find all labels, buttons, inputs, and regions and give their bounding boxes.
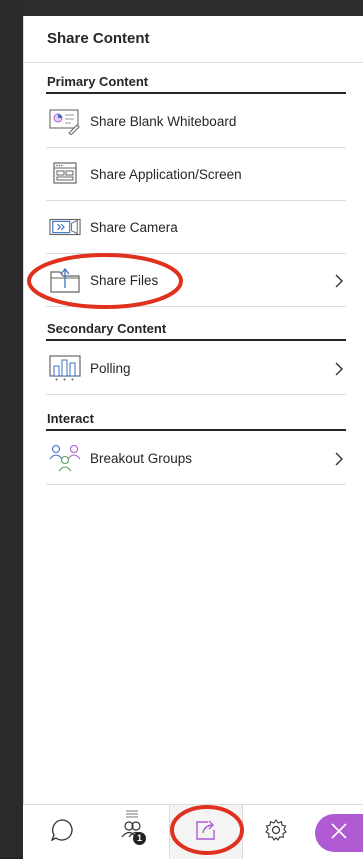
share-icon [194, 819, 218, 846]
section-header-secondary: Secondary Content [47, 321, 167, 336]
panel-title: Share Content [47, 30, 150, 47]
polling-icon [49, 354, 81, 382]
section-header-interact: Interact [47, 411, 94, 426]
gear-icon [264, 818, 288, 847]
app-window: Share Content Primary Content Share Blan… [0, 0, 363, 859]
whiteboard-icon [49, 107, 81, 135]
settings-tab[interactable] [241, 805, 311, 859]
attendees-icon: 1 [119, 819, 147, 845]
attendees-tab[interactable]: 1 [97, 805, 169, 859]
item-label: Breakout Groups [90, 450, 193, 466]
chevron-right-icon [334, 452, 346, 466]
item-label: Share Camera [90, 219, 178, 235]
top-edge [23, 0, 363, 16]
close-panel-button[interactable] [315, 814, 363, 852]
left-edge-strip [0, 0, 23, 858]
section-rule-secondary [46, 339, 346, 341]
attendees-count-badge: 1 [133, 832, 146, 845]
chat-icon [50, 818, 74, 847]
chat-tab[interactable] [27, 805, 97, 859]
share-files-item[interactable]: Share Files [46, 254, 346, 307]
camera-icon [49, 213, 81, 241]
item-label: Polling [90, 360, 131, 376]
item-label: Share Application/Screen [90, 166, 242, 182]
close-icon [330, 822, 348, 845]
section-rule-primary [46, 92, 346, 94]
files-icon [49, 266, 81, 294]
chevron-right-icon [334, 362, 346, 376]
share-blank-whiteboard-item[interactable]: Share Blank Whiteboard [46, 95, 346, 148]
share-camera-item[interactable]: Share Camera [46, 201, 346, 254]
polling-item[interactable]: Polling [46, 342, 346, 395]
item-label: Share Files [90, 272, 159, 288]
breakout-groups-icon [49, 444, 81, 472]
chevron-right-icon [334, 274, 346, 288]
application-screen-icon [49, 160, 81, 188]
breakout-groups-item[interactable]: Breakout Groups [46, 432, 346, 485]
item-label: Share Blank Whiteboard [90, 113, 237, 129]
share-content-tab[interactable] [169, 805, 243, 859]
section-rule-interact [46, 429, 346, 431]
section-header-primary: Primary Content [47, 74, 149, 89]
share-content-panel: Share Content Primary Content Share Blan… [23, 16, 363, 858]
bottom-tab-bar: 1 [23, 804, 363, 859]
title-divider [24, 62, 363, 63]
share-application-screen-item[interactable]: Share Application/Screen [46, 148, 346, 201]
